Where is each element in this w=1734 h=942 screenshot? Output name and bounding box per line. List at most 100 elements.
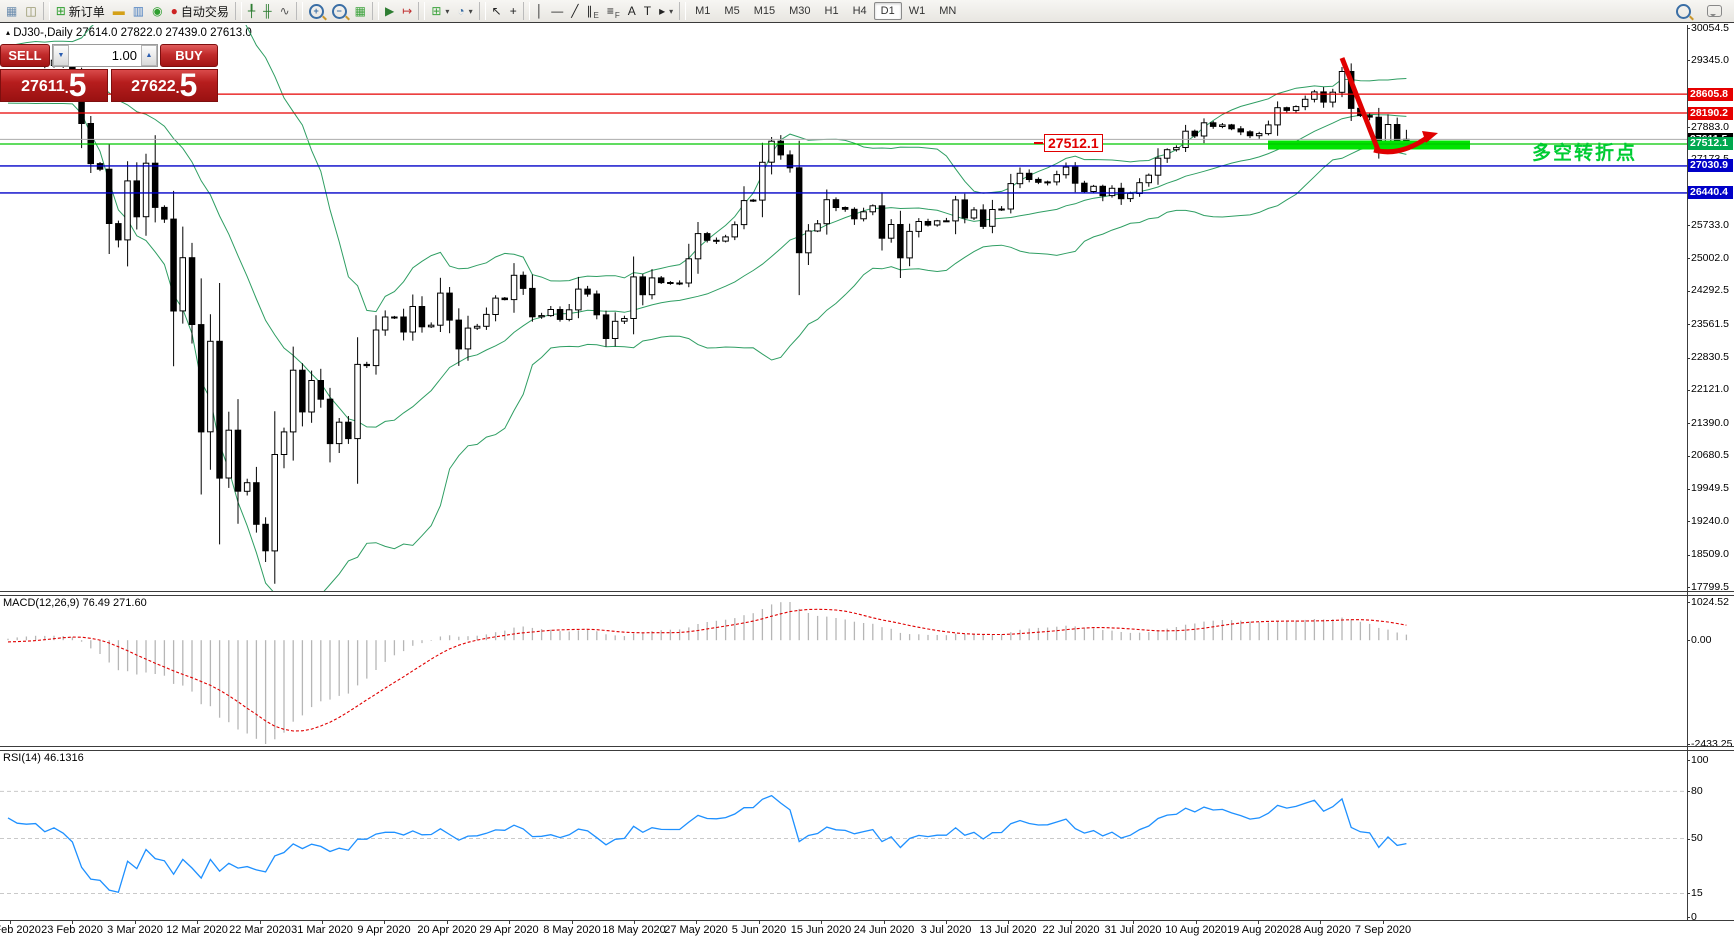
candle-body xyxy=(648,277,656,296)
text-label-button[interactable]: T xyxy=(640,1,655,21)
volume-stepper: ▼ ▲ xyxy=(52,44,158,67)
price-tick-label: 22830.5 xyxy=(1691,351,1729,363)
buy-price-display[interactable]: 27622. 5 xyxy=(110,69,218,102)
timeframe-button-M15[interactable]: M15 xyxy=(747,2,782,20)
candle-body xyxy=(363,363,370,367)
volume-input[interactable] xyxy=(69,45,141,66)
candle-body xyxy=(234,429,242,492)
candle-body xyxy=(418,306,426,328)
text-button[interactable]: A xyxy=(624,1,640,21)
fibonacci-button[interactable]: ≡ F xyxy=(603,1,624,21)
date-label: 22 Jul 2020 xyxy=(1042,924,1100,936)
rsi-tick-label: 80 xyxy=(1691,785,1703,797)
timeframe-button-H4[interactable]: H4 xyxy=(846,2,874,20)
volume-up-button[interactable]: ▲ xyxy=(141,45,157,66)
candle-body xyxy=(335,421,343,445)
candle-body xyxy=(979,209,987,227)
mt4-terminal: ▦ ◫ ⊞ 新订单 ▬ ▥ ◉ ● 自动交易 ╀ ╫ ∿ + − ▦ ▶ ↦ ⊞ ▾ ◔ ▾ ↖ + │ — ╱ ∥ E ≡ F A T ▸ ▾ M… xyxy=(0,0,1734,942)
candle-body xyxy=(225,429,232,479)
candle-body xyxy=(547,309,554,317)
line-chart-button[interactable]: ∿ xyxy=(276,1,294,21)
candlestick-button[interactable]: ╫ xyxy=(259,1,276,21)
candle-body xyxy=(1154,157,1162,176)
candle-body xyxy=(1127,192,1134,200)
candle-body xyxy=(207,340,214,433)
chevron-down-icon: ▾ xyxy=(669,6,674,16)
main-toolbar: ▦ ◫ ⊞ 新订单 ▬ ▥ ◉ ● 自动交易 ╀ ╫ ∿ + − ▦ ▶ ↦ ⊞ ▾ ◔ ▾ ↖ + │ — ╱ ∥ E ≡ F A T ▸ ▾ M… xyxy=(0,0,1734,23)
zoom-out-button[interactable]: − xyxy=(328,1,351,21)
macd-panel-canvas[interactable] xyxy=(0,596,1687,746)
tile-windows-button[interactable]: ▦ xyxy=(351,1,370,21)
candle-body xyxy=(657,277,665,284)
icon-subscript: F xyxy=(614,11,620,20)
toolbar-separator xyxy=(234,2,242,20)
candle-body xyxy=(713,239,720,242)
candle-body xyxy=(887,224,895,239)
candle-body xyxy=(805,230,812,254)
gold-button[interactable]: ▬ xyxy=(109,1,129,21)
gold-bars-icon: ▬ xyxy=(112,4,125,18)
candle-body xyxy=(372,329,380,367)
arrows-button[interactable]: ▸ ▾ xyxy=(655,1,677,21)
candle-body xyxy=(1200,122,1208,137)
sell-price-display[interactable]: 27611. 5 xyxy=(0,69,108,102)
chat-button[interactable] xyxy=(1703,1,1726,21)
search-button[interactable] xyxy=(1672,1,1695,21)
buy-price-int: 27622 xyxy=(131,78,176,95)
candle-body xyxy=(354,363,361,440)
candle-body xyxy=(602,314,610,339)
new-window-button[interactable]: ⊞ ▾ xyxy=(427,1,453,21)
new-order-button[interactable]: ⊞ 新订单 xyxy=(52,1,109,21)
candle-body xyxy=(1191,130,1198,137)
date-label: 29 Apr 2020 xyxy=(479,924,539,936)
bar-chart-button[interactable]: ╀ xyxy=(244,1,259,21)
toolbar-separator xyxy=(295,2,303,20)
autotrading-button[interactable]: ● 自动交易 xyxy=(167,1,233,21)
date-label: 27 May 2020 xyxy=(664,924,728,936)
profiles-button[interactable]: ◫ xyxy=(21,1,40,21)
rsi-panel-canvas[interactable] xyxy=(0,751,1687,920)
candle-body xyxy=(1274,107,1281,126)
timeframe-button-M30[interactable]: M30 xyxy=(782,2,817,20)
timeframe-button-D1[interactable]: D1 xyxy=(873,2,902,20)
auto-scroll-icon: ▶ xyxy=(385,4,395,18)
timeframe-button-H1[interactable]: H1 xyxy=(818,2,846,20)
date-label: 10 Aug 2020 xyxy=(1165,924,1227,936)
candle-body xyxy=(400,316,407,333)
candle-body xyxy=(1228,124,1235,130)
period-button[interactable]: ◔ ▾ xyxy=(453,1,476,21)
candle-body xyxy=(998,208,1005,211)
sell-button[interactable]: SELL xyxy=(0,44,50,67)
vertical-line-button[interactable]: │ xyxy=(532,1,548,21)
auto-scroll-button[interactable]: ▶ xyxy=(381,1,398,21)
toolbar-separator xyxy=(679,2,687,20)
chevron-down-icon: ▾ xyxy=(468,6,473,16)
candle-body xyxy=(740,200,748,226)
main-chart-canvas[interactable] xyxy=(0,25,1687,591)
trendline-button[interactable]: ╱ xyxy=(567,1,582,21)
timeframe-button-W1[interactable]: W1 xyxy=(902,2,933,20)
buy-button[interactable]: BUY xyxy=(160,44,218,67)
candle-body xyxy=(170,218,177,312)
candle-body xyxy=(795,167,803,254)
candle-body xyxy=(345,421,352,440)
new-chart-button[interactable]: ▦ xyxy=(2,1,21,21)
timeframe-button-M5[interactable]: M5 xyxy=(717,2,746,20)
rsi-tick-label: 50 xyxy=(1691,832,1703,844)
zoom-in-button[interactable]: + xyxy=(305,1,328,21)
price-tick-label: 20680.5 xyxy=(1691,449,1729,461)
cursor-button[interactable]: ↖ xyxy=(488,1,506,21)
timeframe-button-M1[interactable]: M1 xyxy=(688,2,717,20)
signal-icon: ◉ xyxy=(152,4,163,18)
candle-body xyxy=(1108,187,1116,197)
horizontal-line-button[interactable]: — xyxy=(547,1,567,21)
chart-shift-button[interactable]: ↦ xyxy=(398,1,416,21)
volume-down-button[interactable]: ▼ xyxy=(53,45,69,66)
crosshair-button[interactable]: + xyxy=(506,1,521,21)
date-label: 31 Jul 2020 xyxy=(1104,924,1162,936)
market-depth-button[interactable]: ▥ xyxy=(129,1,148,21)
channel-button[interactable]: ∥ E xyxy=(582,1,602,21)
new-order-button-label: 新订单 xyxy=(68,4,105,19)
timeframe-button-MN[interactable]: MN xyxy=(932,2,963,20)
signals-button[interactable]: ◉ xyxy=(148,1,166,21)
